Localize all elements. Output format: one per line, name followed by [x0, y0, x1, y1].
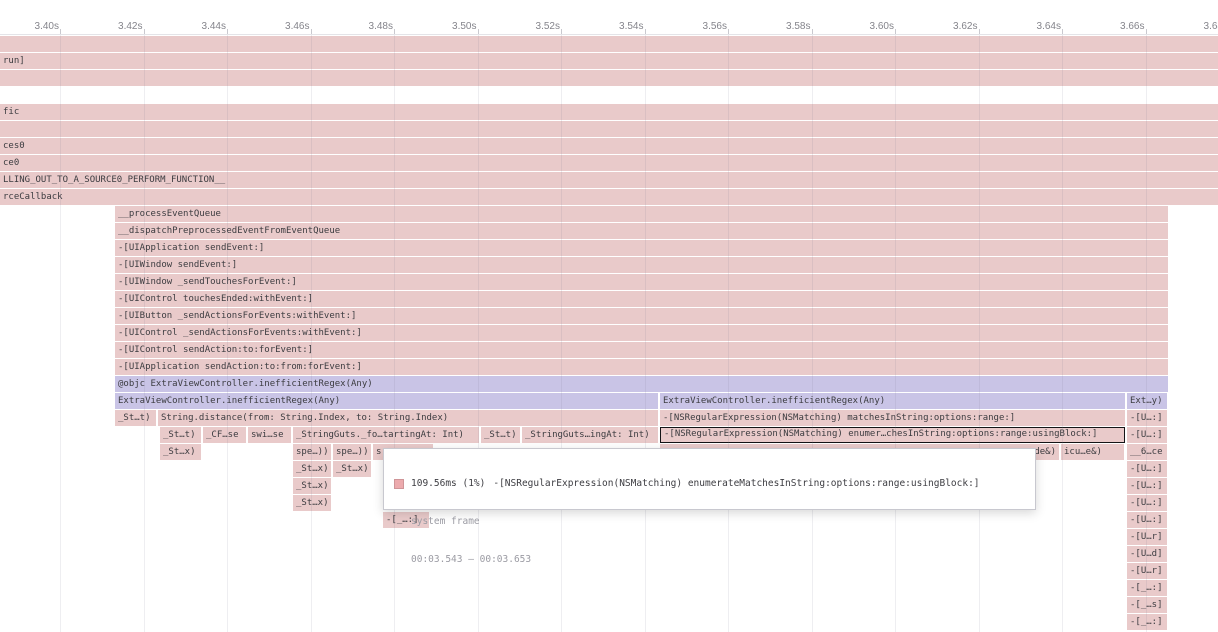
- ruler-tick-mark: [895, 29, 896, 34]
- tooltip-symbol: -[NSRegularExpression(NSMatching) enumer…: [493, 478, 979, 489]
- flame-bar[interactable]: __dispatchPreprocessedEventFromEventQueu…: [115, 223, 1168, 239]
- flame-bar[interactable]: -[NSRegularExpression(NSMatching) matche…: [660, 410, 1125, 426]
- selected-flame-bar[interactable]: -[NSRegularExpression(NSMatching) enumer…: [660, 427, 1125, 443]
- flame-bar[interactable]: -[U…d]: [1127, 546, 1167, 562]
- flame-bar[interactable]: -[U…:]: [1127, 427, 1167, 443]
- ruler-tick-label: 3.64s: [1004, 21, 1061, 33]
- ruler-tick-mark: [478, 29, 479, 34]
- ruler-tick-mark: [728, 29, 729, 34]
- tooltip-duration: 109.56ms (1%): [411, 478, 485, 489]
- ruler-tick-mark: [394, 29, 395, 34]
- flame-bar[interactable]: -[U…:]: [1127, 495, 1167, 511]
- ruler-tick-label: 3.66s: [1088, 21, 1145, 33]
- ruler-tick-label: 3.42s: [86, 21, 143, 33]
- ruler-tick-label: 3.62s: [921, 21, 978, 33]
- frame-tooltip: 109.56ms (1%) -[NSRegularExpression(NSMa…: [383, 448, 1036, 510]
- ruler-tick-mark: [227, 29, 228, 34]
- ruler-tick-mark: [645, 29, 646, 34]
- ruler-tick-label: 3.58s: [754, 21, 811, 33]
- ruler-tick-label: 3.50s: [420, 21, 477, 33]
- ruler-tick-label: 3.44s: [169, 21, 226, 33]
- flame-bar[interactable]: _StringGuts…ingAt: Int): [522, 427, 658, 443]
- flame-bar[interactable]: [0, 36, 1218, 52]
- ruler-tick-mark: [1062, 29, 1063, 34]
- flame-bar[interactable]: -[UIApplication sendAction:to:from:forEv…: [115, 359, 1168, 375]
- flame-bar[interactable]: _St…x): [293, 461, 331, 477]
- flame-bar[interactable]: -[UIControl _sendActionsForEvents:withEv…: [115, 325, 1168, 341]
- ruler-tick-mark: [1146, 29, 1147, 34]
- flame-bar[interactable]: -[_…:]: [1127, 580, 1167, 596]
- flame-bar[interactable]: -[UIButton _sendActionsForEvents:withEve…: [115, 308, 1168, 324]
- flame-bar[interactable]: LLING_OUT_TO_A_SOURCE0_PERFORM_FUNCTION_…: [0, 172, 1218, 188]
- flame-bar[interactable]: run]: [0, 53, 1218, 69]
- flame-bar[interactable]: @objc ExtraViewController.inefficientReg…: [115, 376, 1168, 392]
- ruler-tick-mark: [812, 29, 813, 34]
- flame-bar[interactable]: _St…x): [333, 461, 371, 477]
- timeline-ruler[interactable]: 3.40s 3.42s 3.44s 3.46s 3.48s 3.50s 3.52s 3.54s…: [0, 0, 1218, 35]
- flame-bar[interactable]: _St…x): [160, 444, 201, 460]
- ruler-tick-label: 3.68s: [1171, 21, 1218, 33]
- flame-bar[interactable]: __6…ce: [1127, 444, 1167, 460]
- tooltip-title-row: 109.56ms (1%) -[NSRegularExpression(NSMa…: [394, 478, 1025, 489]
- ruler-tick-label: 3.56s: [670, 21, 727, 33]
- flame-bar[interactable]: _StringGuts._fo…tartingAt: Int): [293, 427, 479, 443]
- flame-bar[interactable]: _St…x): [293, 478, 331, 494]
- ruler-tick-mark: [60, 29, 61, 34]
- flame-bar[interactable]: [0, 70, 1218, 86]
- flame-bar[interactable]: spe…)): [293, 444, 331, 460]
- flame-bar[interactable]: -[U…r]: [1127, 563, 1167, 579]
- flame-bar[interactable]: ce0: [0, 155, 1218, 171]
- ruler-tick-label: 3.52s: [503, 21, 560, 33]
- flame-bar[interactable]: -[UIWindow sendEvent:]: [115, 257, 1168, 273]
- flame-bar[interactable]: -[U…:]: [1127, 410, 1167, 426]
- flame-bar[interactable]: _St…x): [293, 495, 331, 511]
- flame-bar[interactable]: -[UIControl touchesEnded:withEvent:]: [115, 291, 1168, 307]
- flame-bar[interactable]: _CF…se: [203, 427, 246, 443]
- flame-bar[interactable]: _St…t): [481, 427, 520, 443]
- flame-bar[interactable]: -[_…:]: [1127, 614, 1167, 630]
- flame-bar[interactable]: -[UIWindow _sendTouchesForEvent:]: [115, 274, 1168, 290]
- flame-bar[interactable]: -[U…:]: [1127, 512, 1167, 528]
- tooltip-frame-kind: system frame: [394, 516, 1025, 527]
- flame-bar[interactable]: __processEventQueue: [115, 206, 1168, 222]
- tooltip-time-range: 00:03.543 — 00:03.653: [394, 554, 1025, 565]
- ruler-tick-label: 3.46s: [253, 21, 310, 33]
- flame-bar[interactable]: icu…e&): [1061, 444, 1124, 460]
- flame-bar[interactable]: -[_…s]: [1127, 597, 1167, 613]
- flame-bar[interactable]: ExtraViewController.inefficientRegex(Any…: [115, 393, 658, 409]
- ruler-tick-label: 3.54s: [587, 21, 644, 33]
- ruler-tick-mark: [144, 29, 145, 34]
- ruler-tick-mark: [979, 29, 980, 34]
- flame-bar[interactable]: ExtraViewController.inefficientRegex(Any…: [660, 393, 1125, 409]
- flame-bar[interactable]: -[U…:]: [1127, 461, 1167, 477]
- frame-color-swatch-icon: [394, 479, 404, 489]
- flame-graph-canvas[interactable]: 3.40s 3.42s 3.44s 3.46s 3.48s 3.50s 3.52s 3.54s…: [0, 0, 1218, 632]
- flame-bar[interactable]: ces0: [0, 138, 1218, 154]
- flame-bar[interactable]: swi…se: [248, 427, 291, 443]
- ruler-tick-mark: [311, 29, 312, 34]
- ruler-tick-mark: [561, 29, 562, 34]
- flame-bar[interactable]: -[UIApplication sendEvent:]: [115, 240, 1168, 256]
- flame-bar[interactable]: -[UIControl sendAction:to:forEvent:]: [115, 342, 1168, 358]
- ruler-tick-label: 3.60s: [837, 21, 894, 33]
- flame-bar[interactable]: Ext…y): [1127, 393, 1167, 409]
- flame-bar[interactable]: _St…t): [160, 427, 201, 443]
- flame-bar[interactable]: String.distance(from: String.Index, to: …: [158, 410, 658, 426]
- flame-bar[interactable]: spe…)): [333, 444, 371, 460]
- flame-bar[interactable]: -[U…r]: [1127, 529, 1167, 545]
- flame-bar[interactable]: rceCallback: [0, 189, 1218, 205]
- flame-bar[interactable]: -[U…:]: [1127, 478, 1167, 494]
- flame-bar[interactable]: _St…t): [115, 410, 156, 426]
- ruler-tick-label: 3.40s: [2, 21, 59, 33]
- flame-bar[interactable]: [0, 121, 1218, 137]
- ruler-tick-label: 3.48s: [336, 21, 393, 33]
- flame-bar[interactable]: fic: [0, 104, 1218, 120]
